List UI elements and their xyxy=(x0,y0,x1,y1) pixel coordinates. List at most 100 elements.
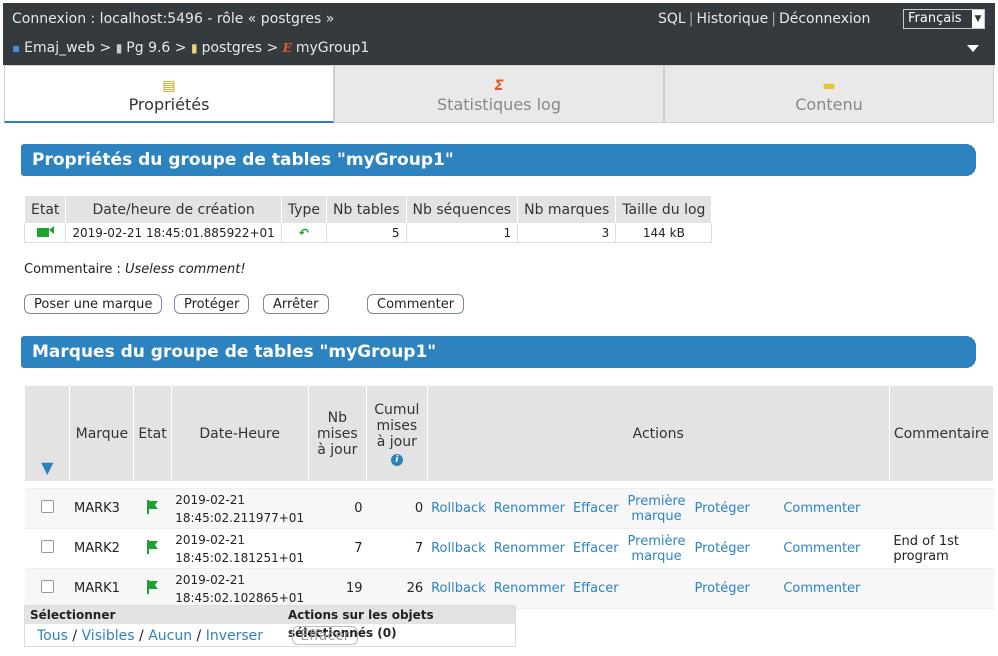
select-none-link[interactable]: Aucun xyxy=(148,628,192,644)
nb-tables-value: 5 xyxy=(325,223,407,243)
nb-updates: 0 xyxy=(308,488,367,529)
breadcrumb: ▪ Emaj_web > ▮ Pg 9.6 > ▮ postgres > EmyGro… xyxy=(12,40,370,56)
properties-section-title: Propriétés du groupe de tables "myGroup1… xyxy=(21,144,976,176)
properties-table: Etat Date/heure de création Type Nb tabl… xyxy=(23,195,713,243)
tab-content[interactable]: ▬ Contenu xyxy=(664,65,994,123)
col-date-heure: Date-Heure xyxy=(170,385,309,482)
mark-comment: End of 1st program xyxy=(889,528,994,569)
mark-date: 2019-02-21 18:45:02.102865+01 xyxy=(171,568,309,609)
info-icon: i xyxy=(390,453,403,466)
comment-button[interactable]: Commenter xyxy=(367,294,465,314)
creation-date: 2019-02-21 18:45:01.885922+01 xyxy=(65,223,282,243)
first-mark-link[interactable]: Première marque xyxy=(622,488,691,529)
breadcrumb-group[interactable]: myGroup1 xyxy=(296,40,369,56)
history-link[interactable]: Historique xyxy=(696,11,768,27)
col-marque: Marque xyxy=(69,385,135,482)
table-row: MARK3 2019-02-21 18:45:02.211977+01 0 0 R… xyxy=(24,488,994,529)
nb-sequences-value: 1 xyxy=(405,223,519,243)
col-cumul-mises-a-jour: Cumul mises à jour i xyxy=(366,385,428,482)
delete-selected-button[interactable]: Effacer xyxy=(292,626,358,645)
row-checkbox[interactable] xyxy=(24,488,70,529)
protect-link[interactable]: Protéger xyxy=(690,528,755,569)
table-row: MARK2 2019-02-21 18:45:02.181251+01 7 7 R… xyxy=(24,528,994,569)
tab-bar: ▤ Propriétés Σ Statistiques log ▬ Conten… xyxy=(4,65,994,123)
marks-table: ▼ Marque Etat Date-Heure Nb mises à jour… xyxy=(23,385,995,609)
mark-date: 2019-02-21 18:45:02.211977+01 xyxy=(171,488,309,529)
language-select[interactable]: Français ▼ xyxy=(903,9,985,29)
rename-link[interactable]: Renommer xyxy=(489,488,569,529)
delete-link[interactable]: Effacer xyxy=(568,568,623,609)
mark-date: 2019-02-21 18:45:02.181251+01 xyxy=(171,528,309,569)
cumul-updates: 26 xyxy=(366,568,428,609)
protect-button[interactable]: Protéger xyxy=(174,294,250,314)
collapse-icon[interactable] xyxy=(967,45,979,52)
set-mark-button[interactable]: Poser une marque xyxy=(24,294,163,314)
rename-link[interactable]: Renommer xyxy=(489,568,569,609)
database-icon: ▮ xyxy=(190,41,198,55)
comment-link[interactable]: Commenter xyxy=(754,568,890,609)
folder-icon: ▬ xyxy=(822,78,836,94)
protect-link[interactable]: Protéger xyxy=(690,568,755,609)
group-icon: E xyxy=(282,41,292,55)
delete-link[interactable]: Effacer xyxy=(568,528,623,569)
col-nb-tables: Nb tables xyxy=(325,195,407,224)
group-comment: Commentaire : Useless comment! xyxy=(24,262,246,277)
logout-link[interactable]: Déconnexion xyxy=(779,11,870,27)
logging-state-icon xyxy=(23,223,67,243)
top-links: SQL | Historique | Déconnexion xyxy=(658,11,871,27)
col-log-size: Taille du log xyxy=(615,195,713,224)
cumul-updates: 0 xyxy=(366,488,428,529)
tab-log-statistics[interactable]: Σ Statistiques log xyxy=(334,65,664,123)
comment-link[interactable]: Commenter xyxy=(754,528,890,569)
col-actions: Actions xyxy=(426,385,890,482)
marks-section-title: Marques du groupe de tables "myGroup1" xyxy=(21,336,976,368)
col-nb-sequences: Nb séquences xyxy=(405,195,519,224)
first-mark-link[interactable]: Première marque xyxy=(622,528,691,569)
breadcrumb-database[interactable]: postgres xyxy=(202,40,262,56)
delete-link[interactable]: Effacer xyxy=(568,488,623,529)
connection-info: Connexion : localhost:5496 - rôle « post… xyxy=(12,11,335,27)
col-creation: Date/heure de création xyxy=(65,195,282,224)
mark-name: MARK1 xyxy=(69,568,134,609)
first-mark-link[interactable] xyxy=(622,568,691,609)
select-all-link[interactable]: Tous xyxy=(37,628,68,644)
invert-selection-link[interactable]: Inverser xyxy=(206,628,263,644)
tab-properties[interactable]: ▤ Propriétés xyxy=(4,65,334,123)
table-row: MARK1 2019-02-21 18:45:02.102865+01 19 26… xyxy=(24,568,994,609)
breadcrumb-emaj[interactable]: Emaj_web xyxy=(24,40,95,56)
col-etat: Etat xyxy=(133,385,172,482)
filter-icon[interactable]: ▼ xyxy=(23,385,71,482)
rename-link[interactable]: Renommer xyxy=(489,528,569,569)
rollback-link[interactable]: Rollback xyxy=(427,488,490,529)
group-comment-value: Useless comment! xyxy=(124,262,246,277)
sql-link[interactable]: SQL xyxy=(658,11,686,27)
mark-name: MARK2 xyxy=(69,528,134,569)
breadcrumb-server[interactable]: Pg 9.6 xyxy=(126,40,170,56)
select-visible-link[interactable]: Visibles xyxy=(82,628,135,644)
nb-updates: 19 xyxy=(308,568,367,609)
nb-marques-value: 3 xyxy=(517,223,617,243)
protect-link[interactable]: Protéger xyxy=(690,488,755,529)
mark-comment xyxy=(889,488,994,529)
mark-name: MARK3 xyxy=(69,488,134,529)
sigma-icon: Σ xyxy=(494,78,504,94)
row-checkbox[interactable] xyxy=(24,528,70,569)
flag-icon xyxy=(133,568,172,609)
log-size-value: 144 kB xyxy=(615,223,713,243)
rollback-link[interactable]: Rollback xyxy=(427,568,490,609)
properties-icon: ▤ xyxy=(162,78,176,94)
selection-panel: Sélectionner Actions sur les objets séle… xyxy=(24,605,516,647)
col-type: Type xyxy=(280,195,327,224)
comment-link[interactable]: Commenter xyxy=(754,488,890,529)
flag-icon xyxy=(133,528,172,569)
rollback-link[interactable]: Rollback xyxy=(427,528,490,569)
col-nb-mises-a-jour: Nb mises à jour xyxy=(307,385,368,482)
rollbackable-icon: ↶ xyxy=(280,223,327,243)
mark-comment xyxy=(889,568,994,609)
select-label: Sélectionner xyxy=(30,608,116,622)
stop-button[interactable]: Arrêter xyxy=(263,294,329,314)
nb-updates: 7 xyxy=(308,528,367,569)
col-nb-marques: Nb marques xyxy=(517,195,617,224)
cumul-updates: 7 xyxy=(366,528,428,569)
row-checkbox[interactable] xyxy=(24,568,70,609)
